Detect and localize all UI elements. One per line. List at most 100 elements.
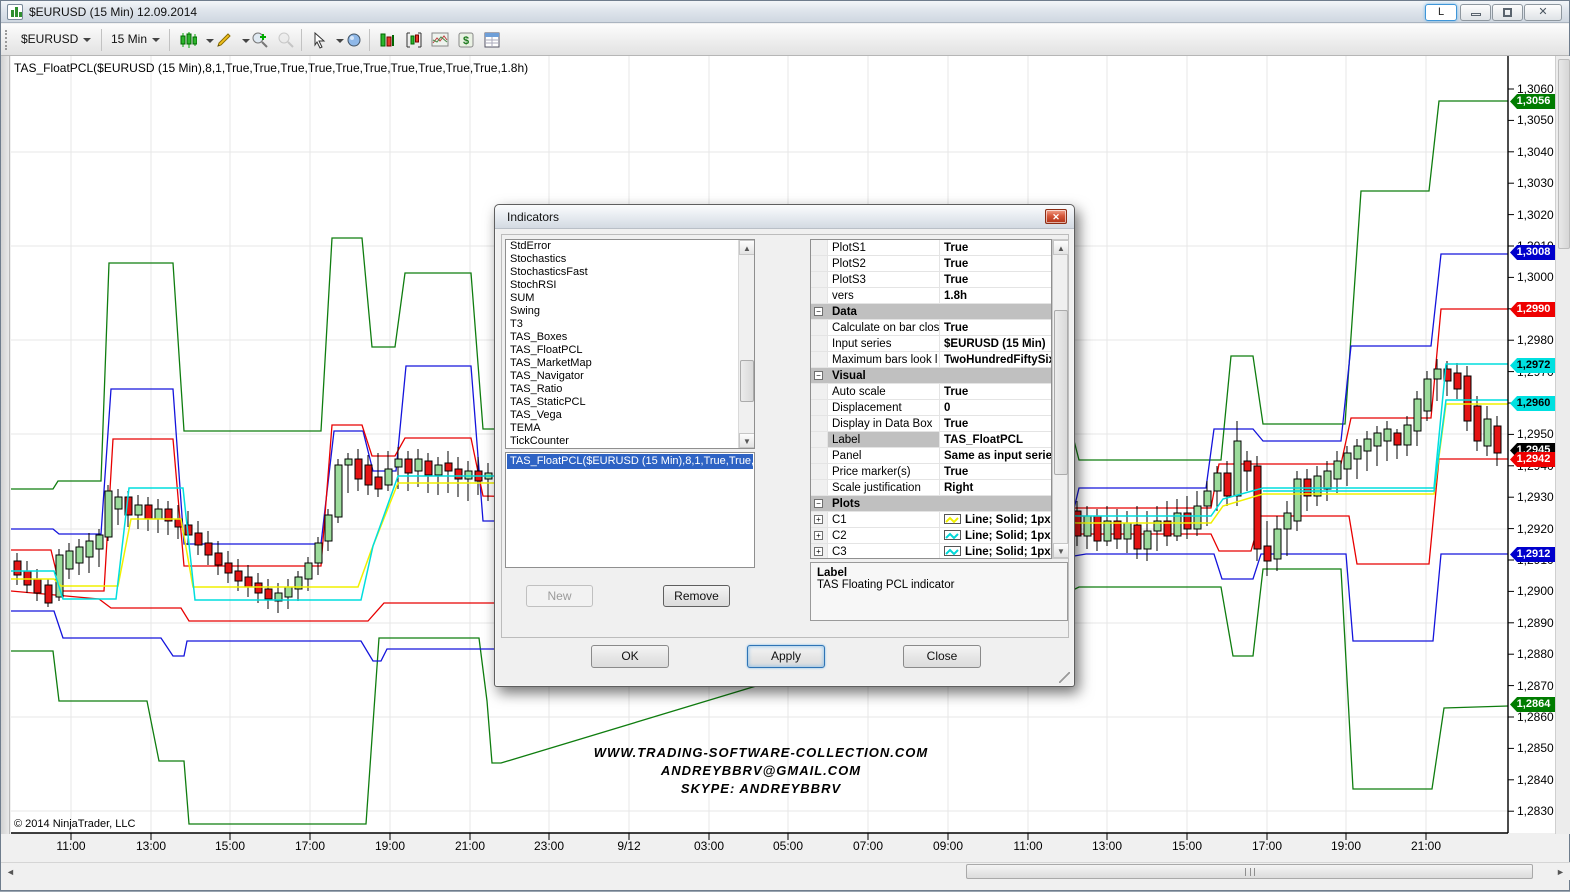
- property-value[interactable]: Line; Solid; 1px: [940, 528, 1051, 543]
- property-row[interactable]: Display in Data BoxTrue: [811, 416, 1051, 432]
- indicator-list-item[interactable]: TAS_Navigator: [506, 370, 754, 383]
- scroll-down-icon[interactable]: ▼: [739, 433, 755, 448]
- close-window-button[interactable]: ✕: [1524, 4, 1562, 21]
- property-value[interactable]: Line; Solid; 1px: [940, 512, 1051, 527]
- property-grid-scrollbar-thumb[interactable]: [1054, 310, 1068, 475]
- dialog-resize-grip[interactable]: [1059, 672, 1070, 683]
- pointer-icon[interactable]: [309, 29, 331, 51]
- zoom-in-icon[interactable]: [249, 29, 271, 51]
- property-value[interactable]: $EURUSD (15 Min): [940, 336, 1051, 351]
- scroll-left-icon[interactable]: ◄: [3, 865, 18, 879]
- dialog-close-action-button[interactable]: Close: [903, 645, 981, 668]
- zoom-window-icon[interactable]: [343, 29, 365, 51]
- property-value[interactable]: TwoHundredFiftySix: [940, 352, 1051, 367]
- indicator-list-item[interactable]: TAS_StaticPCL: [506, 396, 754, 409]
- indicator-list-item[interactable]: SUM: [506, 292, 754, 305]
- configured-indicator-selected[interactable]: TAS_FloatPCL($EURUSD (15 Min),8,1,True,T…: [507, 454, 753, 469]
- indicator-list-item[interactable]: TAS_MarketMap: [506, 357, 754, 370]
- available-indicators-list[interactable]: StdErrorStochasticsStochasticsFastStochR…: [505, 239, 755, 449]
- account-performance-icon[interactable]: $: [455, 29, 477, 51]
- property-value[interactable]: Same as input series: [940, 448, 1051, 463]
- expand-icon[interactable]: +: [814, 531, 823, 540]
- expand-icon[interactable]: +: [814, 547, 823, 556]
- indicator-list-item[interactable]: StdError: [506, 240, 754, 253]
- collapse-icon[interactable]: −: [814, 307, 823, 316]
- property-value[interactable]: True: [940, 384, 1051, 399]
- indicators-icon[interactable]: [403, 29, 425, 51]
- chart-style-icon[interactable]: [177, 29, 199, 51]
- dialog-title-bar[interactable]: Indicators: [495, 205, 1074, 229]
- indicator-list-item[interactable]: TAS_Ratio: [506, 383, 754, 396]
- interval-selector[interactable]: 15 Min: [105, 30, 164, 50]
- data-box-icon[interactable]: [481, 29, 503, 51]
- indicator-list-item[interactable]: TAS_Boxes: [506, 331, 754, 344]
- scroll-down-icon[interactable]: ▼: [1053, 543, 1069, 558]
- ok-button[interactable]: OK: [591, 645, 669, 668]
- property-value[interactable]: True: [940, 256, 1051, 271]
- scroll-up-icon[interactable]: ▲: [739, 240, 755, 255]
- property-section-row[interactable]: −Data: [811, 304, 1051, 320]
- property-section-row[interactable]: −Visual: [811, 368, 1051, 384]
- toolbar-grip[interactable]: [5, 30, 9, 50]
- property-value[interactable]: TAS_FloatPCL: [940, 432, 1051, 447]
- list-scrollbar-thumb[interactable]: [740, 360, 754, 402]
- property-row[interactable]: PlotS3True: [811, 272, 1051, 288]
- indicator-list-item[interactable]: TAS_FloatPCL: [506, 344, 754, 357]
- instrument-selector[interactable]: $EURUSD: [15, 30, 95, 50]
- dialog-close-button[interactable]: ✕: [1045, 209, 1067, 224]
- restore-button[interactable]: [1492, 4, 1523, 21]
- property-grid[interactable]: PlotS1TruePlotS2TruePlotS3Truevers1.8h−D…: [810, 239, 1052, 559]
- collapse-icon[interactable]: −: [814, 499, 823, 508]
- horizontal-scrollbar[interactable]: ◄ ►: [1, 862, 1570, 880]
- property-row[interactable]: vers1.8h: [811, 288, 1051, 304]
- indicator-list-item[interactable]: StochasticsFast: [506, 266, 754, 279]
- property-value[interactable]: Right: [940, 480, 1051, 495]
- horizontal-scrollbar-thumb[interactable]: [966, 864, 1533, 879]
- indicator-list-item[interactable]: T3: [506, 318, 754, 331]
- property-value[interactable]: True: [940, 320, 1051, 335]
- indicator-list-item[interactable]: StochRSI: [506, 279, 754, 292]
- property-row[interactable]: Maximum bars look lTwoHundredFiftySix: [811, 352, 1051, 368]
- remove-button[interactable]: Remove: [663, 585, 730, 607]
- property-row[interactable]: +C2Line; Solid; 1px: [811, 528, 1051, 544]
- chart-trader-icon[interactable]: [377, 29, 399, 51]
- property-value[interactable]: Line; Solid; 1px: [940, 544, 1051, 559]
- indicator-list-item[interactable]: TEMA: [506, 422, 754, 435]
- list-scrollbar[interactable]: ▲ ▼: [738, 240, 754, 448]
- property-row[interactable]: PlotS2True: [811, 256, 1051, 272]
- property-grid-scrollbar[interactable]: ▲ ▼: [1052, 239, 1068, 559]
- minimize-button[interactable]: [1460, 4, 1491, 21]
- property-row[interactable]: PlotS1True: [811, 240, 1051, 256]
- property-section-row[interactable]: −Plots: [811, 496, 1051, 512]
- property-row[interactable]: LabelTAS_FloatPCL: [811, 432, 1051, 448]
- indicator-list-item[interactable]: Swing: [506, 305, 754, 318]
- drawing-tools-icon[interactable]: [213, 29, 235, 51]
- configured-indicators-list[interactable]: TAS_FloatPCL($EURUSD (15 Min),8,1,True,T…: [505, 452, 755, 568]
- property-value[interactable]: True: [940, 416, 1051, 431]
- indicator-list-item[interactable]: TickCounter: [506, 435, 754, 448]
- property-row[interactable]: Scale justificationRight: [811, 480, 1051, 496]
- property-row[interactable]: +C3Line; Solid; 1px: [811, 544, 1051, 559]
- vertical-scrollbar-thumb[interactable]: [1558, 59, 1570, 249]
- vertical-scrollbar[interactable]: [1555, 56, 1570, 834]
- collapse-icon[interactable]: −: [814, 371, 823, 380]
- property-value[interactable]: 0: [940, 400, 1051, 415]
- property-value[interactable]: 1.8h: [940, 288, 1051, 303]
- link-button[interactable]: L: [1425, 4, 1457, 21]
- indicator-list-item[interactable]: TAS_Vega: [506, 409, 754, 422]
- indicator-list-item[interactable]: Stochastics: [506, 253, 754, 266]
- property-row[interactable]: Auto scaleTrue: [811, 384, 1051, 400]
- title-bar[interactable]: $EURUSD (15 Min) 12.09.2014 L ✕: [1, 1, 1569, 23]
- property-row[interactable]: PanelSame as input series: [811, 448, 1051, 464]
- property-value[interactable]: True: [940, 464, 1051, 479]
- scroll-right-icon[interactable]: ►: [1553, 865, 1568, 879]
- apply-button[interactable]: Apply: [747, 645, 825, 668]
- property-row[interactable]: Displacement0: [811, 400, 1051, 416]
- property-row[interactable]: Input series$EURUSD (15 Min): [811, 336, 1051, 352]
- property-value[interactable]: True: [940, 272, 1051, 287]
- property-row[interactable]: Calculate on bar closTrue: [811, 320, 1051, 336]
- property-row[interactable]: Price marker(s)True: [811, 464, 1051, 480]
- expand-icon[interactable]: +: [814, 515, 823, 524]
- property-row[interactable]: +C1Line; Solid; 1px: [811, 512, 1051, 528]
- property-value[interactable]: True: [940, 240, 1051, 255]
